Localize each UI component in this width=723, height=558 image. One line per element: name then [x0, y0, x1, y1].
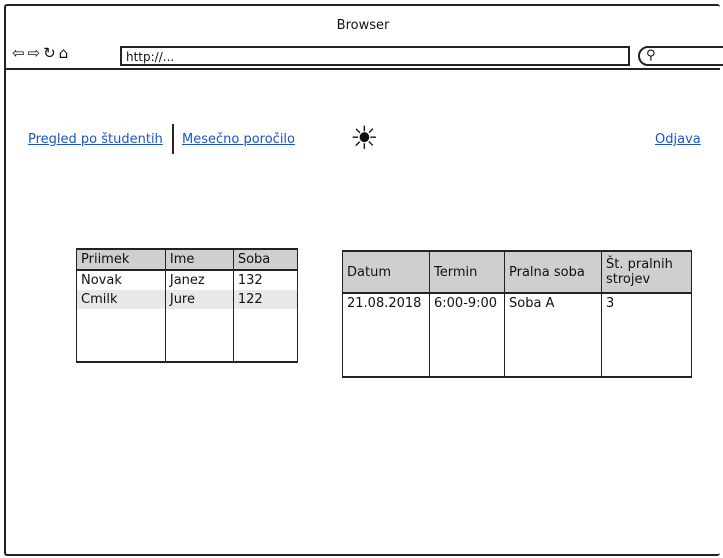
- reload-icon[interactable]: ↻: [43, 44, 57, 62]
- column-header[interactable]: Termin: [429, 250, 505, 294]
- home-icon[interactable]: ⌂: [59, 44, 70, 62]
- table-cell: 122: [232, 290, 299, 309]
- window-title: Browser: [336, 18, 390, 33]
- table-row[interactable]: Cmilk Jure 122: [76, 290, 299, 309]
- students-table: Priimek Ime Soba Novak Janez 132 Cmilk J…: [76, 248, 299, 363]
- column-header[interactable]: Soba: [232, 248, 299, 271]
- column-header[interactable]: Priimek: [76, 248, 166, 271]
- column-header[interactable]: Ime: [164, 248, 234, 271]
- monthly-report-link[interactable]: Mesečno poročilo: [182, 132, 295, 147]
- table-cell: 3: [601, 293, 692, 377]
- table-row[interactable]: 21.08.2018 6:00-9:00 Soba A 3: [342, 293, 692, 377]
- table-cell: Novak: [76, 270, 166, 290]
- column-header[interactable]: Pralna soba: [504, 250, 602, 294]
- table-cell: Cmilk: [76, 290, 166, 309]
- browser-toolbar: Browser ⇦ ⇨ ↻ ⌂ http://... ⚲: [6, 6, 723, 70]
- empty-row: [76, 309, 299, 362]
- logout-link[interactable]: Odjava: [655, 132, 701, 147]
- table-cell: Soba A: [504, 293, 602, 377]
- column-header[interactable]: Datum: [342, 250, 430, 294]
- students-overview-link[interactable]: Pregled po študentih: [28, 132, 163, 147]
- table-row[interactable]: Novak Janez 132: [76, 270, 299, 290]
- sun-icon: ☀: [350, 119, 379, 157]
- table-cell: Jure: [164, 290, 234, 309]
- nav-separator: [172, 124, 174, 154]
- nav-buttons: ⇦ ⇨ ↻ ⌂: [12, 44, 71, 62]
- table-cell: 6:00-9:00: [429, 293, 505, 377]
- search-icon: ⚲: [646, 48, 656, 63]
- back-icon[interactable]: ⇦: [12, 44, 26, 62]
- table-cell: 132: [232, 270, 299, 290]
- search-field[interactable]: ⚲: [638, 46, 723, 66]
- table-cell: 21.08.2018: [342, 293, 430, 377]
- forward-icon[interactable]: ⇨: [28, 44, 42, 62]
- table-cell: Janez: [164, 270, 234, 290]
- table-header-row: Datum Termin Pralna soba Št. pralnih str…: [342, 250, 692, 294]
- table-header-row: Priimek Ime Soba: [76, 248, 299, 271]
- booking-table: Datum Termin Pralna soba Št. pralnih str…: [342, 250, 692, 378]
- column-header[interactable]: Št. pralnih strojev: [601, 250, 692, 294]
- address-bar[interactable]: http://...: [120, 46, 630, 66]
